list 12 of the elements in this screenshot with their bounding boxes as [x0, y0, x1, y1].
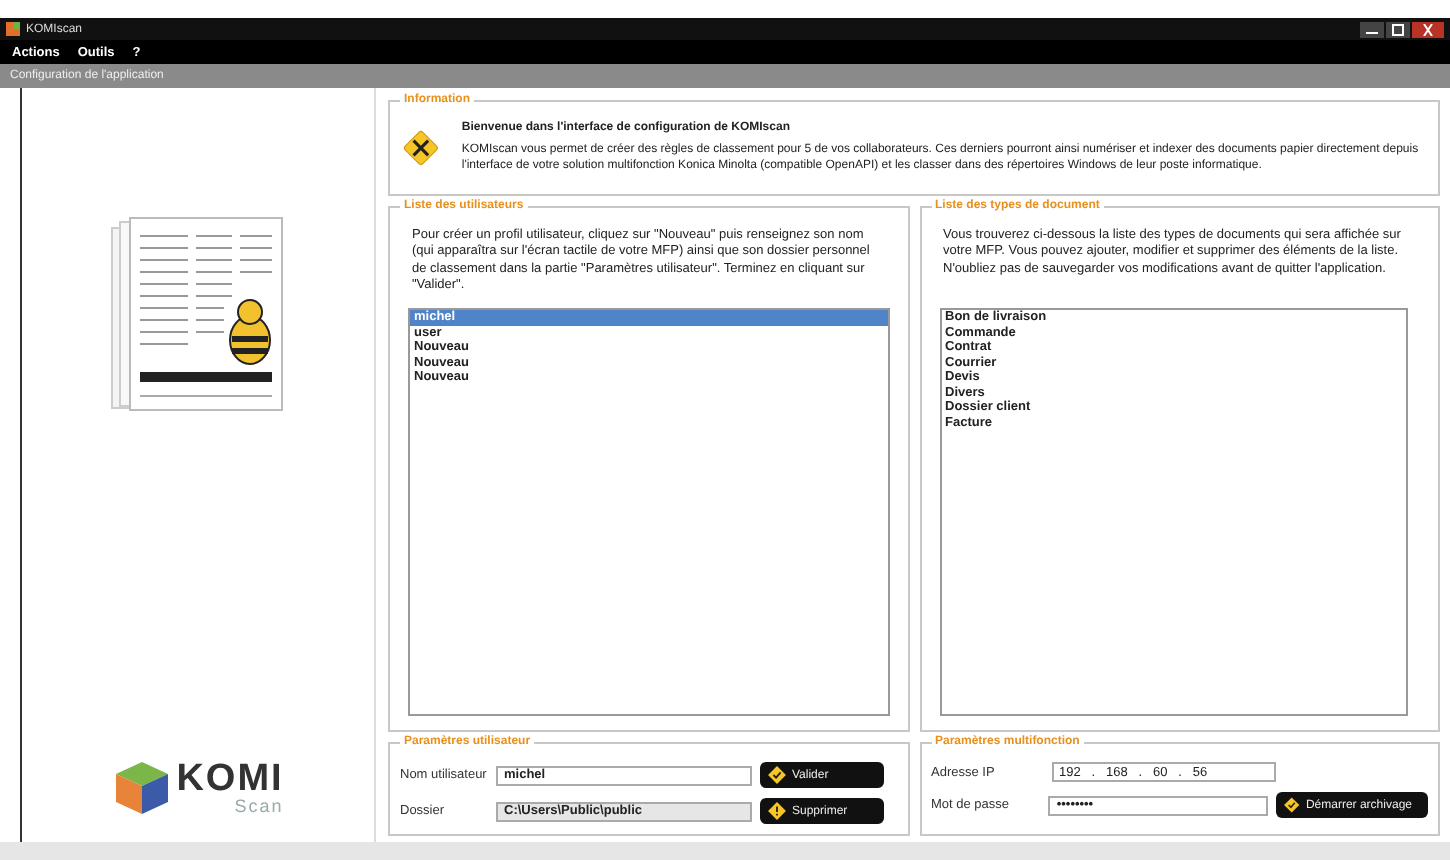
- logo-subtitle: Scan: [234, 798, 284, 816]
- warning-diamond-icon: [768, 802, 786, 820]
- close-button[interactable]: [1412, 21, 1444, 37]
- close-icon: [1420, 23, 1436, 35]
- check-diamond-icon: [768, 766, 786, 784]
- check-diamond-icon: [1284, 796, 1300, 814]
- app-icon: [6, 22, 20, 36]
- maximize-icon: [1390, 23, 1406, 35]
- minimize-button[interactable]: [1360, 21, 1384, 37]
- cube-logo-icon: [112, 758, 173, 818]
- maximize-button[interactable]: [1386, 21, 1410, 37]
- logo-wordmark: KOMI: [176, 760, 284, 798]
